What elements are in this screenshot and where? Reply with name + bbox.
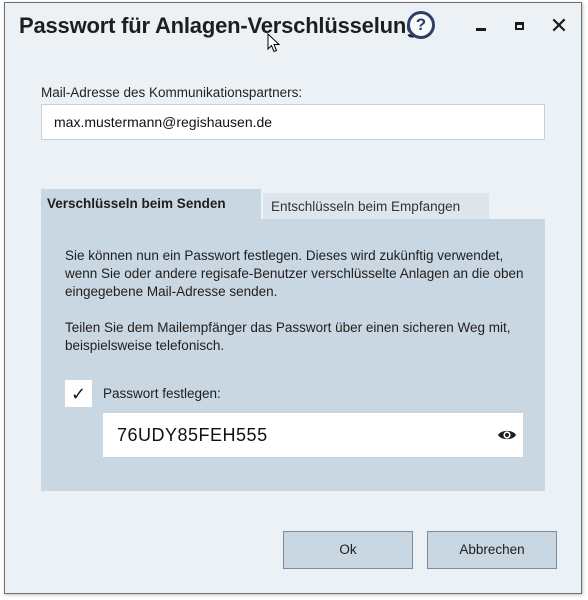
minimize-icon <box>476 27 486 31</box>
set-password-label: Passwort festlegen: <box>103 386 221 401</box>
tab-encrypt-on-send[interactable]: Verschlüsseln beim Senden <box>41 189 261 219</box>
ok-button[interactable]: Ok <box>283 531 413 569</box>
info-text-share-password: Teilen Sie dem Mailempfänger das Passwor… <box>65 320 511 353</box>
dialog-title: Passwort für Anlagen-Verschlüsselung <box>19 13 420 38</box>
close-button[interactable]: ✕ <box>545 13 573 39</box>
minimize-button[interactable] <box>467 13 495 39</box>
set-password-checkbox[interactable]: ✓ <box>65 380 92 407</box>
close-icon: ✕ <box>549 13 569 38</box>
maximize-icon <box>514 22 524 30</box>
eye-icon[interactable] <box>497 426 517 444</box>
info-text-password-usage: Sie können nun ein Passwort festlegen. D… <box>65 248 524 299</box>
email-label: Mail-Adresse des Kommunikationspartners: <box>41 85 303 100</box>
maximize-button[interactable] <box>505 13 533 39</box>
cancel-button[interactable]: Abbrechen <box>427 531 557 569</box>
checkmark-icon: ✓ <box>70 383 87 404</box>
title-bar[interactable]: Passwort für Anlagen-Verschlüsselung ? ✕ <box>5 3 581 53</box>
tab-decrypt-on-receive[interactable]: Entschlüsseln beim Empfangen <box>263 193 489 219</box>
help-icon[interactable]: ? <box>407 11 435 39</box>
password-dialog: Passwort für Anlagen-Verschlüsselung ? ✕… <box>4 2 582 594</box>
cursor-icon <box>267 33 281 53</box>
email-input[interactable] <box>41 104 545 140</box>
password-value: 76UDY85FEH555 <box>117 425 268 445</box>
password-field[interactable]: 76UDY85FEH555 <box>103 413 523 457</box>
tab-panel-encrypt: Sie können nun ein Passwort festlegen. D… <box>41 219 545 491</box>
